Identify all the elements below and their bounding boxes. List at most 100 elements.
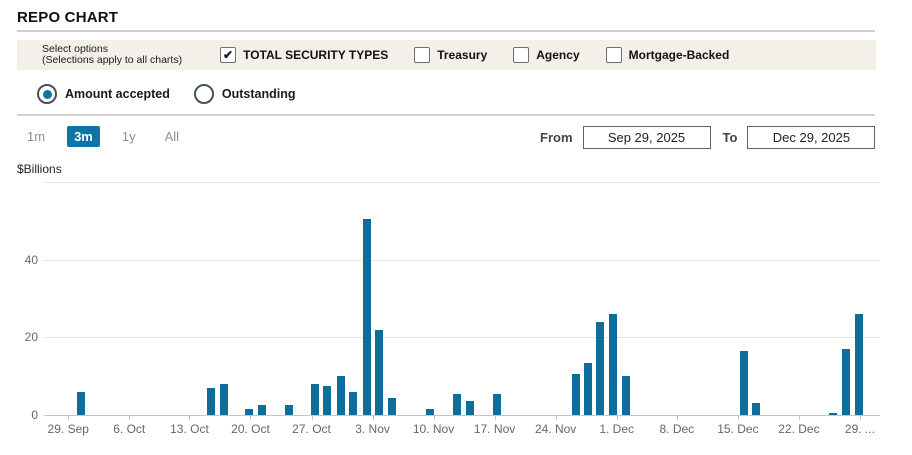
bar-nov-10[interactable] <box>426 409 435 415</box>
bar-dec-1[interactable] <box>609 314 618 415</box>
checkbox-box-agency[interactable] <box>513 47 530 63</box>
gridline-60 <box>44 182 880 183</box>
x-tick-29-sep <box>68 415 70 420</box>
radio-outstanding[interactable]: Outstanding <box>193 84 296 104</box>
checkbox-box-total-security-types[interactable]: ✔ <box>220 47 237 63</box>
x-tick-6-oct <box>129 415 131 420</box>
range-button-3m[interactable]: 3m <box>67 126 100 147</box>
bar-nov-4[interactable] <box>387 397 396 415</box>
bar-oct-28[interactable] <box>323 385 332 415</box>
range-button-all[interactable]: All <box>158 126 186 147</box>
x-axis-label-24-nov: 24. Nov <box>534 422 577 436</box>
x-tick-24-nov <box>555 415 557 420</box>
x-axis-label-8-dec: 8. Dec <box>659 422 695 436</box>
radio-dot <box>199 90 208 99</box>
gridline-0 <box>44 415 880 416</box>
checkbox-label: Treasury <box>437 48 488 62</box>
x-tick-1-dec <box>616 415 618 420</box>
series-toggle: Amount accepted Outstanding <box>37 84 320 104</box>
options-bar: Select options (Selections apply to all … <box>17 40 876 70</box>
x-tick-22-dec <box>798 415 800 420</box>
bar-oct-24[interactable] <box>284 405 293 415</box>
radio-circle-amount-accepted[interactable] <box>37 84 57 104</box>
from-date-input[interactable] <box>582 126 711 149</box>
bar-dec-26[interactable] <box>841 348 850 415</box>
bar-oct-29[interactable] <box>336 376 345 415</box>
x-tick-29 <box>859 415 861 420</box>
x-tick-13-oct <box>189 415 191 420</box>
range-button-1y[interactable]: 1y <box>115 126 143 147</box>
checkbox-total-security-types[interactable]: ✔ TOTAL SECURITY TYPES <box>220 47 388 63</box>
page-title: REPO CHART <box>17 9 119 26</box>
bar-nov-28[interactable] <box>595 321 604 415</box>
radio-label: Amount accepted <box>65 87 170 101</box>
bar-dec-16[interactable] <box>752 403 761 415</box>
checkbox-label: TOTAL SECURITY TYPES <box>243 48 389 62</box>
range-button-1m[interactable]: 1m <box>20 126 52 147</box>
checkbox-box-mortgage-backed[interactable] <box>605 47 622 63</box>
bar-sep-30[interactable] <box>76 391 85 415</box>
radio-dot <box>42 89 52 99</box>
x-axis-label-3-nov: 3. Nov <box>355 422 390 436</box>
x-axis-label-10-nov: 10. Nov <box>412 422 455 436</box>
bar-nov-13[interactable] <box>465 401 474 415</box>
radio-label: Outstanding <box>221 87 296 101</box>
x-tick-8-dec <box>676 415 678 420</box>
repo-bar-chart: 0 20 40 29. Sep 6. Oct 13. Oct 20. Oct 27. Oct… <box>0 182 912 455</box>
bar-oct-21[interactable] <box>258 405 267 415</box>
x-tick-3-nov <box>372 415 374 420</box>
x-axis-label-27-oct: 27. Oct <box>292 422 331 436</box>
x-axis-label-13-oct: 13. Oct <box>170 422 209 436</box>
date-range: From To <box>540 126 887 149</box>
x-tick-15-dec <box>737 415 739 420</box>
bar-oct-20[interactable] <box>244 409 253 415</box>
checkbox-label: Mortgage-Backed <box>628 48 730 62</box>
bar-oct-16[interactable] <box>219 383 228 415</box>
bar-dec-15[interactable] <box>739 350 748 415</box>
x-axis-label-29-sep: 29. Sep <box>47 422 89 436</box>
to-label: To <box>722 130 738 145</box>
x-tick-20-oct <box>250 415 252 420</box>
bar-oct-30[interactable] <box>349 391 358 415</box>
section-divider <box>17 114 875 116</box>
x-axis-label-6-oct: 6. Oct <box>113 422 146 436</box>
y-axis-title: $Billions <box>17 162 62 176</box>
radio-circle-outstanding[interactable] <box>193 84 214 104</box>
bar-nov-26[interactable] <box>584 362 593 415</box>
from-label: From <box>540 130 573 145</box>
checkbox-mortgage-backed[interactable]: Mortgage-Backed <box>605 47 730 63</box>
bar-oct-15[interactable] <box>207 387 216 415</box>
checkbox-treasury[interactable]: Treasury <box>414 47 487 63</box>
y-axis-label-40: 40 <box>24 252 38 267</box>
x-axis-label-29: 29. ... <box>844 422 875 436</box>
gridline-40 <box>44 259 880 261</box>
repo-chart-page: REPO CHART Select options (Selections ap… <box>0 0 912 455</box>
bar-oct-27[interactable] <box>310 383 319 415</box>
options-caption: Select options (Selections apply to all … <box>42 44 182 66</box>
x-axis-label-15-dec: 15. Dec <box>717 422 759 436</box>
checkbox-label: Agency <box>536 48 580 62</box>
bar-nov-3[interactable] <box>375 329 384 415</box>
x-tick-17-nov <box>494 415 496 420</box>
plot-area: 29. Sep 6. Oct 13. Oct 20. Oct 27. Oct 3. Nov… <box>44 182 880 436</box>
bar-dec-29[interactable] <box>855 314 864 415</box>
x-axis-label-1-dec: 1. Dec <box>599 422 634 436</box>
x-axis-label-22-dec: 22. Dec <box>778 422 820 436</box>
checkbox-agency[interactable]: Agency <box>513 47 580 63</box>
bar-dec-24[interactable] <box>829 413 838 415</box>
checkbox-box-treasury[interactable] <box>414 47 431 63</box>
title-divider <box>17 30 875 32</box>
bar-nov-17[interactable] <box>493 393 502 415</box>
radio-amount-accepted[interactable]: Amount accepted <box>37 84 170 104</box>
x-axis-label-20-oct: 20. Oct <box>231 422 270 436</box>
y-axis-label-20: 20 <box>24 330 38 345</box>
bar-dec-2[interactable] <box>621 376 630 415</box>
bar-oct-31[interactable] <box>362 218 371 415</box>
to-date-input[interactable] <box>747 126 876 149</box>
bar-nov-25[interactable] <box>571 374 580 415</box>
bar-nov-12[interactable] <box>452 393 461 415</box>
range-buttons: 1m 3m 1y All <box>20 126 201 147</box>
security-type-checkboxes: ✔ TOTAL SECURITY TYPES Treasury Agency Mortg… <box>220 47 755 63</box>
x-tick-27-oct <box>311 415 313 420</box>
y-axis-label-0: 0 <box>31 408 38 422</box>
